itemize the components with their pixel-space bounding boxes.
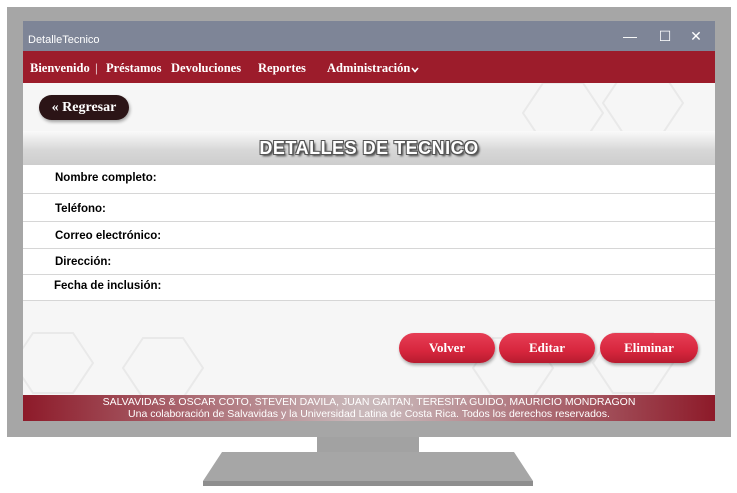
app-window: DetalleTecnico — ☐ ✕ Bienvenido | Présta… <box>23 21 715 421</box>
menu-item-prestamos[interactable]: Préstamos <box>106 61 162 76</box>
regresar-button[interactable]: « Regresar <box>39 95 129 120</box>
field-row-correo: Correo electrónico: <box>23 222 715 249</box>
page-title: DETALLES DE TECNICO <box>259 138 479 158</box>
field-row-telefono: Teléfono: <box>23 194 715 222</box>
chevron-down-icon <box>411 67 419 73</box>
close-button[interactable]: ✕ <box>685 26 707 46</box>
menu-item-administracion[interactable]: Administración <box>327 61 419 76</box>
title-bar: DetalleTecnico — ☐ ✕ <box>23 21 715 51</box>
monitor-neck <box>317 437 419 453</box>
volver-button[interactable]: Volver <box>399 333 495 363</box>
menu-separator: | <box>95 60 98 75</box>
menu-item-devoluciones[interactable]: Devoluciones <box>171 61 241 76</box>
editar-button[interactable]: Editar <box>499 333 595 363</box>
menu-item-administracion-label: Administración <box>327 61 411 75</box>
details-panel: Nombre completo: Teléfono: Correo electr… <box>23 165 715 301</box>
title-banner: DETALLES DE TECNICO <box>23 131 715 165</box>
footer-credits: SALVAVIDAS & OSCAR COTO, STEVEN DAVILA, … <box>102 396 636 408</box>
field-label-fecha: Fecha de inclusión: <box>54 280 162 292</box>
footer: SALVAVIDAS & OSCAR COTO, STEVEN DAVILA, … <box>23 395 715 421</box>
field-row-nombre: Nombre completo: <box>23 165 715 194</box>
menu-item-bienvenido[interactable]: Bienvenido <box>30 61 90 76</box>
field-label-direccion: Dirección: <box>55 256 112 268</box>
minimize-button[interactable]: — <box>619 26 641 46</box>
window-title: DetalleTecnico <box>28 34 100 46</box>
field-label-telefono: Teléfono: <box>55 203 106 215</box>
eliminar-button[interactable]: Eliminar <box>600 333 698 363</box>
menu-bar: Bienvenido | Préstamos Devoluciones Repo… <box>23 51 715 83</box>
main-content: « Regresar DETALLES DE TECNICO Nombre co… <box>23 83 715 395</box>
field-label-correo: Correo electrónico: <box>55 230 162 242</box>
maximize-button[interactable]: ☐ <box>654 26 676 46</box>
footer-copyright: Una colaboración de Salvavidas y la Univ… <box>128 408 610 420</box>
menu-item-reportes[interactable]: Reportes <box>258 61 306 76</box>
field-row-direccion: Dirección: <box>23 249 715 275</box>
field-label-nombre: Nombre completo: <box>55 172 157 184</box>
field-row-fecha: Fecha de inclusión: <box>23 275 715 301</box>
